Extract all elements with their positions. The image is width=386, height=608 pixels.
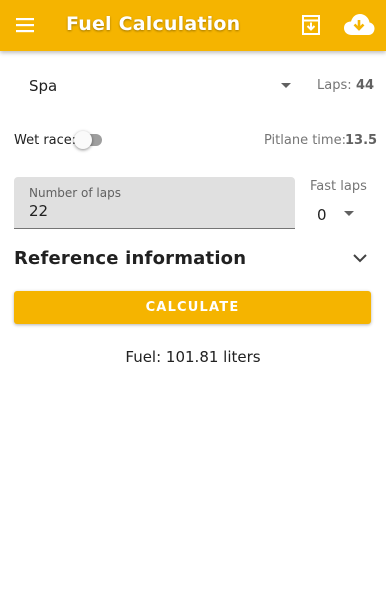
number-of-laps-value[interactable]: 22 [29, 202, 48, 220]
menu-icon[interactable] [14, 14, 36, 36]
number-of-laps-label: Number of laps [29, 186, 121, 200]
app-title: Fuel Calculation [66, 13, 241, 35]
dropdown-arrow-icon [344, 211, 354, 216]
app-bar: Fuel Calculation [0, 0, 386, 51]
cloud-download-icon[interactable] [343, 11, 375, 39]
track-value: Spa [29, 77, 58, 95]
fast-laps-label: Fast laps [310, 179, 367, 194]
fast-laps-value: 0 [317, 206, 327, 224]
toggle-thumb [74, 131, 92, 149]
fuel-result: Fuel: 101.81 liters [125, 348, 261, 366]
reference-information-header[interactable]: Reference information [14, 244, 372, 274]
number-of-laps-field[interactable]: Number of laps 22 [14, 177, 295, 229]
pitlane-time-value: 13.5 [345, 133, 378, 148]
chevron-down-icon[interactable] [350, 250, 370, 266]
track-select[interactable]: Spa [16, 70, 298, 102]
dropdown-arrow-icon [281, 83, 291, 88]
fast-laps-select[interactable]: 0 [310, 200, 360, 228]
save-to-file-icon[interactable] [300, 14, 322, 36]
calculate-button[interactable]: CALCULATE [14, 291, 371, 324]
laps-value: 44 [356, 78, 375, 93]
reference-information-title: Reference information [14, 248, 247, 269]
wet-race-label: Wet race: [14, 133, 77, 148]
laps-label: Laps: [317, 78, 352, 93]
wet-race-toggle[interactable] [74, 131, 104, 149]
pitlane-time-label: Pitlane time: [264, 133, 346, 148]
